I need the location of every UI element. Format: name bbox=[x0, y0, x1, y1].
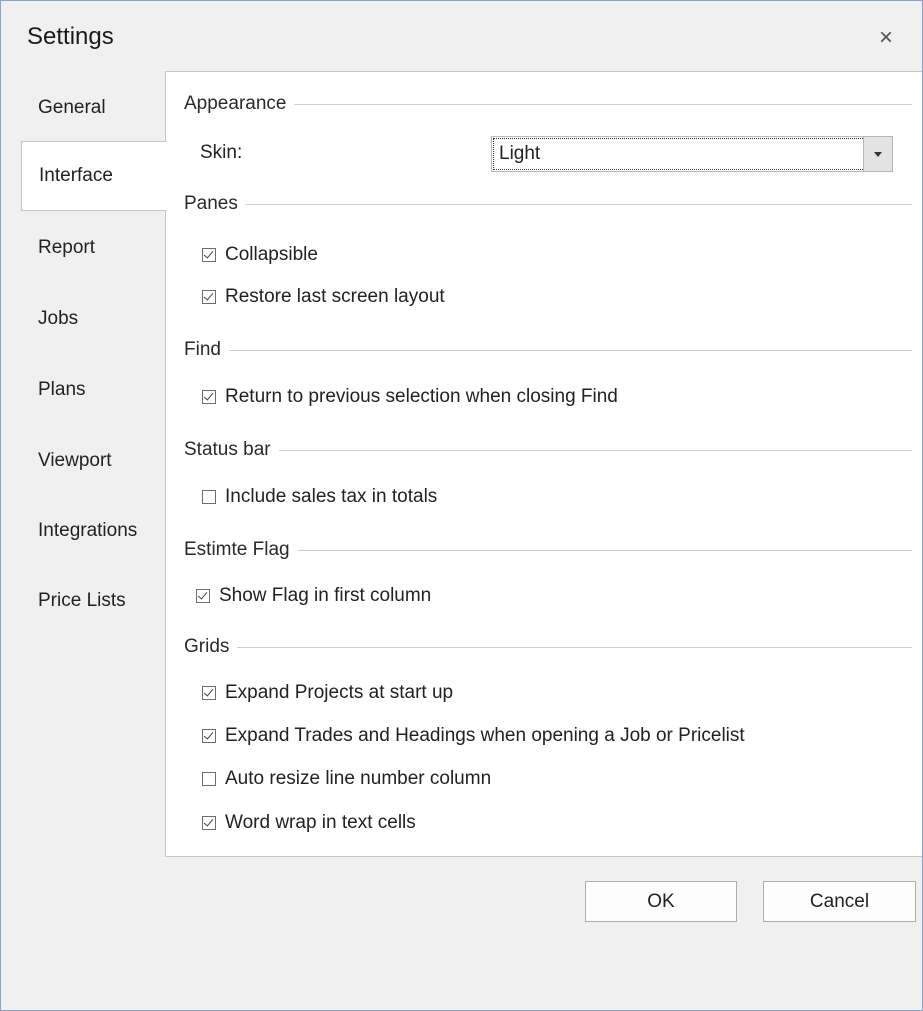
close-button[interactable]: × bbox=[863, 21, 909, 55]
expand-trades-label: Expand Trades and Headings when opening … bbox=[225, 725, 745, 746]
section-divider bbox=[237, 646, 912, 648]
show-flag-checkbox[interactable] bbox=[196, 589, 210, 603]
sales-tax-checkbox[interactable] bbox=[202, 490, 216, 504]
sidebar-item-label: Price Lists bbox=[38, 590, 126, 611]
close-icon: × bbox=[878, 24, 893, 51]
cancel-button[interactable]: Cancel bbox=[763, 881, 916, 922]
panes-heading: Panes bbox=[184, 193, 238, 214]
find-heading: Find bbox=[184, 339, 221, 360]
show-flag-label: Show Flag in first column bbox=[219, 585, 432, 606]
expand-projects-option[interactable]: Expand Projects at start up bbox=[202, 680, 453, 706]
sales-tax-option[interactable]: Include sales tax in totals bbox=[202, 484, 437, 510]
estimate-flag-group: Estimte Flag bbox=[184, 538, 912, 562]
return-selection-checkbox[interactable] bbox=[202, 390, 216, 404]
show-flag-option[interactable]: Show Flag in first column bbox=[196, 583, 431, 609]
cancel-button-label: Cancel bbox=[809, 890, 870, 912]
section-divider bbox=[228, 349, 912, 351]
find-group: Find bbox=[184, 338, 912, 362]
restore-layout-option[interactable]: Restore last screen layout bbox=[202, 284, 445, 310]
chevron-down-icon bbox=[874, 151, 882, 157]
collapsible-label: Collapsible bbox=[225, 244, 318, 265]
sidebar-item-label: Interface bbox=[39, 165, 113, 186]
panes-group: Panes bbox=[184, 192, 912, 216]
collapsible-checkbox[interactable] bbox=[202, 248, 216, 262]
auto-resize-option[interactable]: Auto resize line number column bbox=[202, 766, 491, 792]
skin-selected-value: Light bbox=[493, 138, 865, 170]
restore-layout-checkbox[interactable] bbox=[202, 290, 216, 304]
sidebar-item-label: Plans bbox=[38, 379, 86, 400]
dropdown-arrow-button[interactable] bbox=[863, 137, 892, 171]
skin-dropdown[interactable]: Light bbox=[491, 136, 893, 172]
sidebar-item-label: Jobs bbox=[38, 308, 79, 329]
appearance-group: Appearance bbox=[184, 92, 912, 116]
status-bar-heading: Status bar bbox=[184, 439, 271, 460]
expand-trades-checkbox[interactable] bbox=[202, 729, 216, 743]
sidebar-item-label: Report bbox=[38, 237, 96, 258]
sidebar-item-label: Integrations bbox=[38, 520, 138, 541]
expand-projects-checkbox[interactable] bbox=[202, 686, 216, 700]
window-title: Settings bbox=[27, 23, 114, 50]
word-wrap-option[interactable]: Word wrap in text cells bbox=[202, 810, 416, 836]
sidebar-item-plans[interactable]: Plans bbox=[21, 355, 161, 425]
word-wrap-label: Word wrap in text cells bbox=[225, 812, 416, 833]
sidebar-item-price-lists[interactable]: Price Lists bbox=[21, 566, 161, 636]
sales-tax-label: Include sales tax in totals bbox=[225, 486, 438, 507]
sidebar-item-label: General bbox=[38, 97, 106, 118]
section-divider bbox=[297, 549, 912, 551]
word-wrap-checkbox[interactable] bbox=[202, 816, 216, 830]
sidebar-item-viewport[interactable]: Viewport bbox=[21, 426, 161, 496]
section-divider bbox=[278, 449, 912, 451]
collapsible-option[interactable]: Collapsible bbox=[202, 242, 318, 268]
ok-button-label: OK bbox=[647, 890, 675, 912]
sidebar-item-report[interactable]: Report bbox=[21, 213, 161, 283]
appearance-heading: Appearance bbox=[184, 93, 287, 114]
settings-dialog: Settings × General Interface Report Jobs… bbox=[0, 0, 923, 1011]
skin-label: Skin: bbox=[200, 142, 243, 163]
title-bar: Settings × bbox=[1, 1, 922, 73]
auto-resize-label: Auto resize line number column bbox=[225, 768, 492, 789]
auto-resize-checkbox[interactable] bbox=[202, 772, 216, 786]
expand-trades-option[interactable]: Expand Trades and Headings when opening … bbox=[202, 723, 745, 749]
return-selection-label: Return to previous selection when closin… bbox=[225, 386, 618, 407]
return-selection-option[interactable]: Return to previous selection when closin… bbox=[202, 384, 618, 410]
section-divider bbox=[294, 103, 912, 105]
restore-layout-label: Restore last screen layout bbox=[225, 286, 445, 307]
estimate-flag-heading: Estimte Flag bbox=[184, 539, 290, 560]
sidebar-item-general[interactable]: General bbox=[21, 73, 161, 143]
expand-projects-label: Expand Projects at start up bbox=[225, 682, 454, 703]
settings-content-pane: Appearance Skin: Light Panes Collapsible… bbox=[165, 71, 922, 857]
sidebar-item-interface[interactable]: Interface bbox=[21, 141, 167, 211]
section-divider bbox=[245, 203, 912, 205]
grids-group: Grids bbox=[184, 635, 912, 659]
status-bar-group: Status bar bbox=[184, 438, 912, 462]
sidebar-item-jobs[interactable]: Jobs bbox=[21, 284, 161, 354]
sidebar-item-label: Viewport bbox=[38, 450, 112, 471]
sidebar-item-integrations[interactable]: Integrations bbox=[21, 496, 161, 566]
ok-button[interactable]: OK bbox=[585, 881, 737, 922]
grids-heading: Grids bbox=[184, 636, 230, 657]
